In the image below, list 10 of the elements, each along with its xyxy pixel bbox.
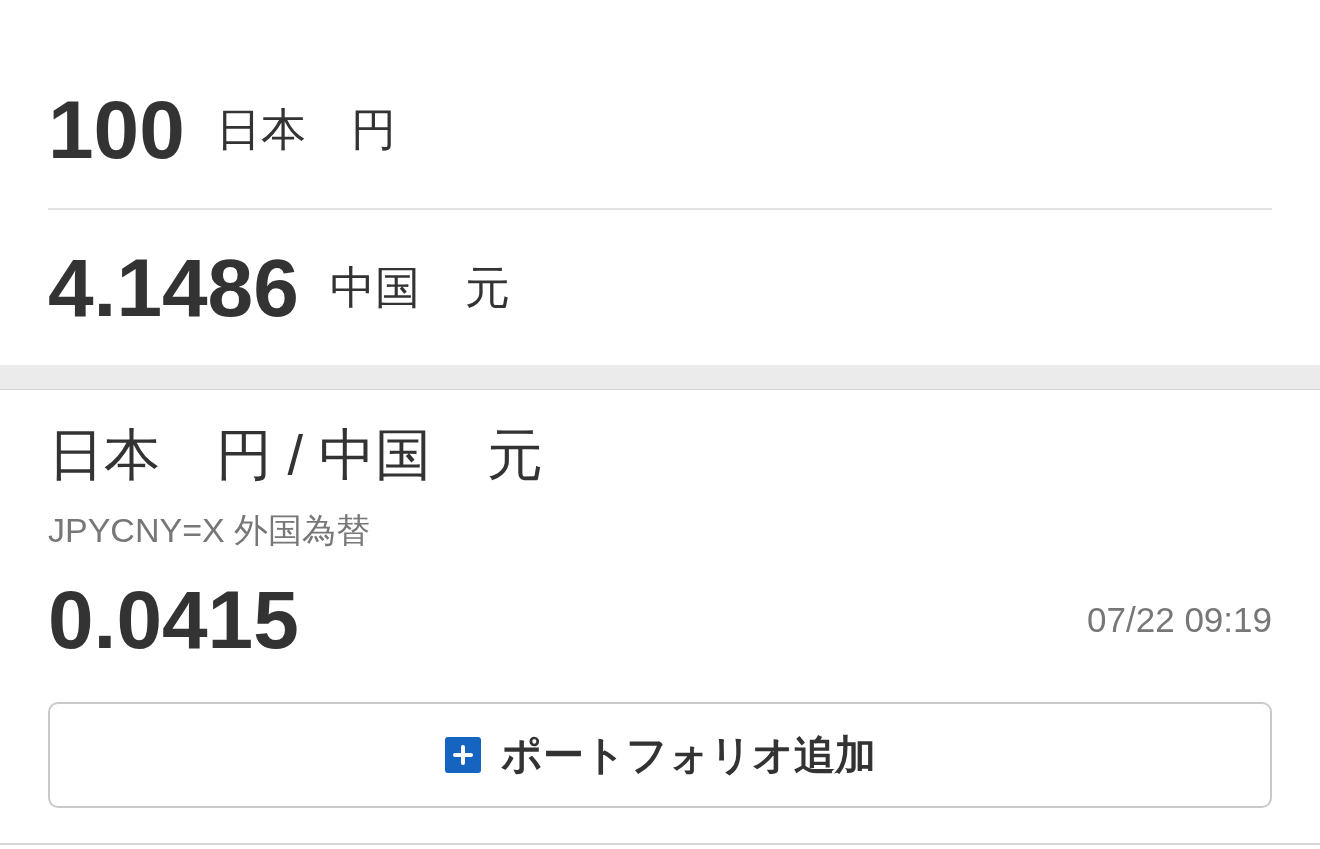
symbol-label: JPYCNY=X 外国為替 bbox=[48, 510, 371, 551]
currency-label: 日本 円 bbox=[215, 103, 396, 157]
pair-title: 日本 円 / 中国 元 bbox=[48, 422, 543, 488]
timestamp-label: 07/22 09:19 bbox=[1087, 599, 1272, 641]
amount-value: 4.1486 bbox=[48, 246, 299, 329]
price-value: 0.0415 bbox=[48, 579, 299, 661]
add-to-portfolio-button[interactable]: ポートフォリオ追加 bbox=[48, 702, 1272, 808]
amount-value: 100 bbox=[48, 89, 185, 171]
currency-label: 中国 元 bbox=[329, 260, 510, 315]
plus-icon bbox=[444, 737, 481, 773]
